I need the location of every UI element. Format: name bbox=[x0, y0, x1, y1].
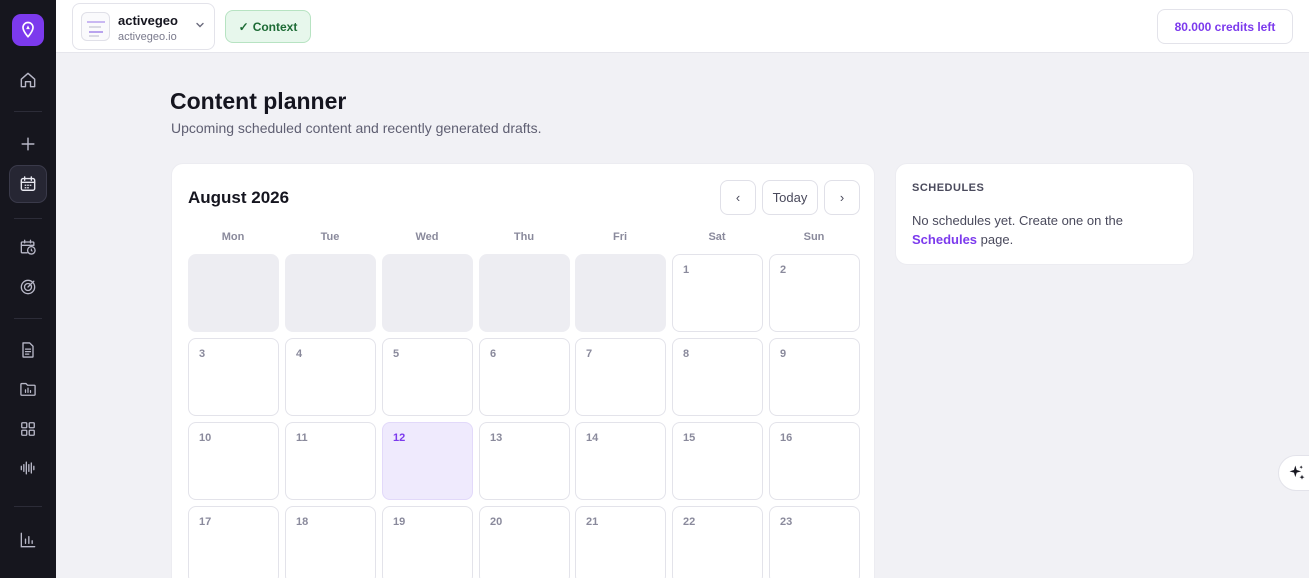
day-number: 5 bbox=[393, 348, 400, 360]
day-number: 7 bbox=[586, 348, 593, 360]
schedules-title: SCHEDULES bbox=[912, 182, 985, 194]
schedules-text: No schedules yet. Create one on the bbox=[912, 213, 1124, 228]
calendar-day[interactable]: 5 bbox=[382, 338, 473, 416]
day-number: 13 bbox=[490, 432, 503, 444]
page-title: Content planner bbox=[170, 88, 347, 114]
calendar-day[interactable]: 10 bbox=[188, 422, 279, 500]
day-number: 21 bbox=[586, 516, 599, 528]
next-month-button[interactable]: › bbox=[824, 180, 860, 215]
calendar-day[interactable]: 12 bbox=[382, 422, 473, 500]
day-number: 22 bbox=[683, 516, 696, 528]
calendar-day[interactable]: 2 bbox=[769, 254, 860, 332]
weekday-fri: Fri bbox=[612, 231, 628, 243]
calendar-day[interactable]: 14 bbox=[575, 422, 666, 500]
sparkles-icon bbox=[1289, 465, 1305, 480]
weekday-tue: Tue bbox=[320, 231, 340, 243]
day-number: 19 bbox=[393, 516, 406, 528]
day-number: 3 bbox=[199, 348, 206, 360]
calendar-day[interactable]: 22 bbox=[672, 506, 763, 578]
project-thumbnail bbox=[81, 12, 110, 41]
project-domain: activegeo.io bbox=[118, 31, 177, 43]
schedules-card: SCHEDULES No schedules yet. Create one o… bbox=[895, 163, 1194, 265]
day-number: 9 bbox=[780, 348, 787, 360]
calendar-day[interactable]: 19 bbox=[382, 506, 473, 578]
context-button[interactable]: ✓ Context bbox=[225, 10, 311, 43]
day-number: 2 bbox=[780, 264, 787, 276]
schedules-empty-text: No schedules yet. Create one on the Sche… bbox=[912, 211, 1182, 249]
calendar-day[interactable]: 11 bbox=[285, 422, 376, 500]
document-icon[interactable] bbox=[14, 336, 42, 364]
clock-calendar-icon[interactable] bbox=[14, 233, 42, 261]
weekday-mon: Mon bbox=[221, 231, 245, 243]
calendar-day[interactable]: 23 bbox=[769, 506, 860, 578]
weekday-sun: Sun bbox=[803, 231, 825, 243]
prev-month-button[interactable]: ‹ bbox=[720, 180, 756, 215]
context-label: Context bbox=[252, 19, 298, 34]
day-number: 15 bbox=[683, 432, 696, 444]
calendar-empty-cell bbox=[575, 254, 666, 332]
project-name: activegeo bbox=[118, 13, 178, 28]
calendar-day[interactable]: 16 bbox=[769, 422, 860, 500]
calendar-day[interactable]: 8 bbox=[672, 338, 763, 416]
folder-chart-icon[interactable] bbox=[14, 375, 42, 403]
day-number: 6 bbox=[490, 348, 497, 360]
calendar-day[interactable]: 20 bbox=[479, 506, 570, 578]
weekday-thu: Thu bbox=[513, 231, 535, 243]
calendar-day[interactable]: 15 bbox=[672, 422, 763, 500]
logo-icon[interactable] bbox=[12, 14, 44, 46]
day-number: 11 bbox=[296, 432, 308, 444]
day-number: 20 bbox=[490, 516, 503, 528]
day-number: 18 bbox=[296, 516, 309, 528]
calendar-empty-cell bbox=[479, 254, 570, 332]
chevron-down-icon bbox=[196, 22, 204, 28]
calendar-day[interactable]: 9 bbox=[769, 338, 860, 416]
schedules-text-end: page. bbox=[977, 232, 1014, 247]
calendar-day[interactable]: 18 bbox=[285, 506, 376, 578]
day-number: 4 bbox=[296, 348, 303, 360]
schedules-link[interactable]: Schedules bbox=[912, 232, 977, 247]
credits-badge[interactable]: 80.000 credits left bbox=[1157, 9, 1293, 44]
ai-assistant-button[interactable] bbox=[1278, 455, 1309, 491]
target-icon[interactable] bbox=[14, 273, 42, 301]
bar-chart-icon[interactable] bbox=[14, 526, 42, 554]
calendar-day[interactable]: 17 bbox=[188, 506, 279, 578]
calendar-day[interactable]: 1 bbox=[672, 254, 763, 332]
calendar-day[interactable]: 3 bbox=[188, 338, 279, 416]
day-number: 23 bbox=[780, 516, 793, 528]
day-number: 1 bbox=[683, 264, 690, 276]
day-number: 16 bbox=[780, 432, 793, 444]
calendar-empty-cell bbox=[285, 254, 376, 332]
day-number: 12 bbox=[393, 432, 406, 444]
day-number: 10 bbox=[199, 432, 212, 444]
calendar-month: August 2026 bbox=[188, 188, 290, 207]
audio-wave-icon[interactable] bbox=[14, 454, 42, 482]
calendar-card: August 2026 ‹ Today › Mon Tue Wed Thu Fri Sat… bbox=[171, 163, 875, 578]
today-button[interactable]: Today bbox=[762, 180, 818, 215]
day-number: 8 bbox=[683, 348, 690, 360]
calendar-empty-cell bbox=[188, 254, 279, 332]
home-icon[interactable] bbox=[14, 66, 42, 94]
calendar-day[interactable]: 7 bbox=[575, 338, 666, 416]
calendar-day[interactable]: 6 bbox=[479, 338, 570, 416]
sidebar bbox=[0, 0, 56, 578]
day-number: 17 bbox=[199, 516, 212, 528]
weekday-wed: Wed bbox=[415, 231, 439, 243]
calendar-icon[interactable] bbox=[9, 165, 47, 203]
top-bar: activegeo activegeo.io ✓ Context 80.000 … bbox=[56, 0, 1309, 53]
calendar-empty-cell bbox=[382, 254, 473, 332]
grid-icon[interactable] bbox=[14, 415, 42, 443]
day-number: 14 bbox=[586, 432, 599, 444]
weekday-sat: Sat bbox=[708, 231, 726, 243]
calendar-day[interactable]: 21 bbox=[575, 506, 666, 578]
calendar-day[interactable]: 13 bbox=[479, 422, 570, 500]
plus-icon[interactable] bbox=[14, 130, 42, 158]
calendar-day[interactable]: 4 bbox=[285, 338, 376, 416]
page-subtitle: Upcoming scheduled content and recently … bbox=[171, 120, 542, 136]
project-switcher[interactable]: activegeo activegeo.io bbox=[72, 3, 215, 50]
check-icon: ✓ bbox=[238, 19, 249, 34]
